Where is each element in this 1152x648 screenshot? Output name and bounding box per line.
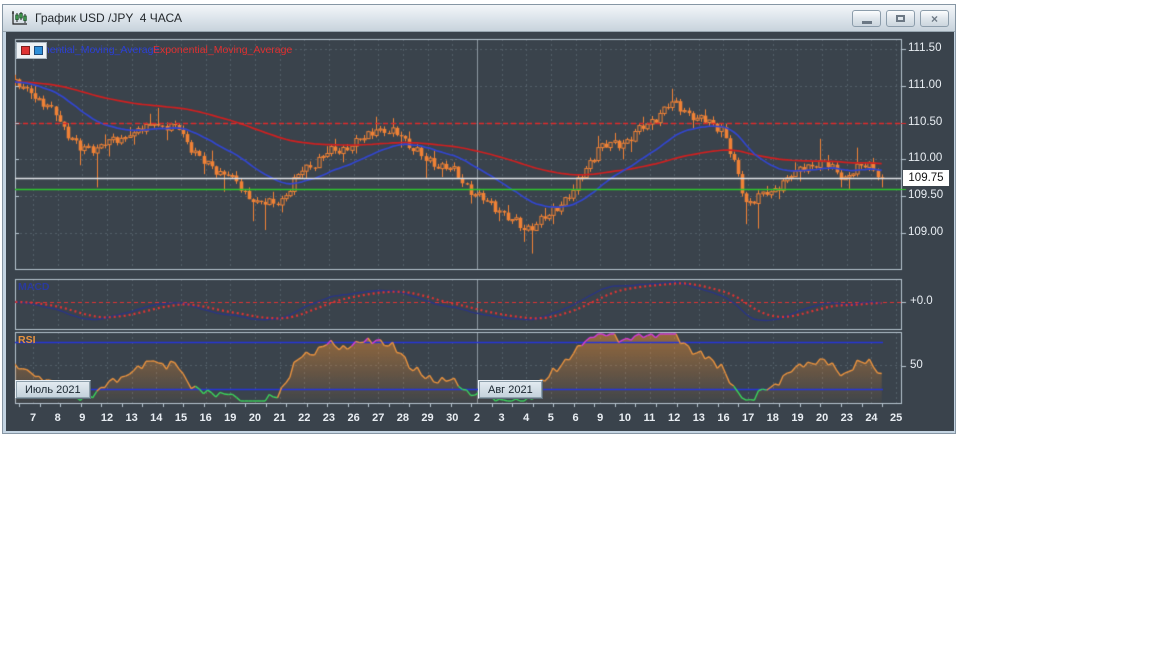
minimize-button[interactable] (852, 10, 881, 27)
time-axis-label: 2 (473, 412, 480, 424)
time-axis-label: 14 (150, 412, 163, 424)
macd-axis-label: +0.0 (910, 295, 933, 307)
time-axis-label: 21 (273, 412, 286, 424)
time-axis-label: 20 (815, 412, 829, 424)
time-axis-label: 9 (79, 412, 86, 424)
time-axis-label: 13 (692, 412, 705, 424)
month-badge-july[interactable]: Июль 2021 (15, 380, 91, 399)
close-icon: × (930, 11, 938, 26)
time-axis-label: 22 (298, 412, 311, 424)
rsi-axis-label: 50 (910, 358, 923, 371)
macd-panel-label: MACD (18, 281, 50, 293)
time-axis-label: 4 (523, 412, 530, 424)
price-axis-label: 111.50 (908, 42, 942, 54)
time-axis-label: 6 (572, 412, 579, 424)
time-axis-label: 12 (100, 412, 114, 424)
candlestick-chart-icon (11, 11, 27, 25)
time-axis-label: 16 (199, 412, 212, 424)
desktop: График USD /JPY 4 ЧАСА × Exponential_Mov… (0, 0, 1152, 648)
chart-client-area: Exponential_Moving_Average Exponential_M… (6, 32, 954, 431)
time-axis-label: 29 (421, 412, 434, 424)
restore-icon (896, 15, 905, 22)
time-axis-label: 16 (717, 412, 730, 424)
time-axis-label: 19 (791, 412, 804, 424)
window-title: График USD /JPY 4 ЧАСА (35, 11, 182, 25)
time-axis-label: 25 (889, 412, 903, 424)
price-axis-label: 111.00 (908, 78, 942, 91)
time-axis-label: 12 (668, 412, 681, 424)
current-price-badge: 109.75 (903, 169, 949, 186)
month-badge-august[interactable]: Авг 2021 (478, 380, 543, 399)
legend-red-swatch[interactable] (20, 46, 30, 55)
chart-overlay: Exponential_Moving_Average Exponential_M… (6, 32, 954, 431)
time-axis-label: 5 (547, 412, 554, 424)
time-axis-label: 19 (224, 412, 237, 424)
time-axis-label: 20 (248, 412, 262, 424)
time-axis-label: 9 (597, 412, 604, 424)
restore-button[interactable] (886, 10, 915, 27)
legend-label-ema-slow: Exponential_Moving_Average (153, 44, 293, 56)
legend-blue-swatch[interactable] (33, 46, 43, 55)
time-axis-label: 26 (347, 412, 360, 424)
time-axis-label: 30 (446, 412, 459, 424)
time-axis-label: 17 (742, 412, 755, 424)
time-axis-label: 3 (498, 412, 505, 424)
time-axis-label: 28 (396, 412, 410, 424)
time-axis-label: 7 (29, 412, 37, 424)
time-axis-label: 13 (125, 412, 138, 424)
window-titlebar[interactable]: График USD /JPY 4 ЧАСА × (3, 5, 955, 32)
time-axis-label: 8 (54, 412, 61, 424)
time-axis-label: 23 (322, 412, 336, 424)
minimize-icon (861, 20, 872, 24)
price-axis-label: 109.50 (908, 189, 944, 202)
time-axis-label: 27 (372, 412, 385, 424)
time-axis-label: 24 (865, 412, 878, 424)
chart-window: График USD /JPY 4 ЧАСА × Exponential_Mov… (2, 4, 956, 434)
price-axis-label: 109.00 (908, 226, 944, 238)
time-axis-label: 23 (840, 412, 853, 424)
time-axis-label: 10 (618, 412, 631, 424)
legend-color-box (16, 42, 47, 59)
window-controls: × (852, 10, 949, 27)
price-axis-label: 110.50 (908, 115, 943, 128)
time-axis-label: 11 (643, 412, 656, 424)
time-axis-label: 15 (174, 412, 188, 424)
close-button[interactable]: × (920, 10, 949, 27)
price-axis-label: 110.00 (908, 152, 943, 165)
time-axis-label: 18 (766, 412, 779, 424)
rsi-panel-label: RSI (18, 334, 36, 346)
